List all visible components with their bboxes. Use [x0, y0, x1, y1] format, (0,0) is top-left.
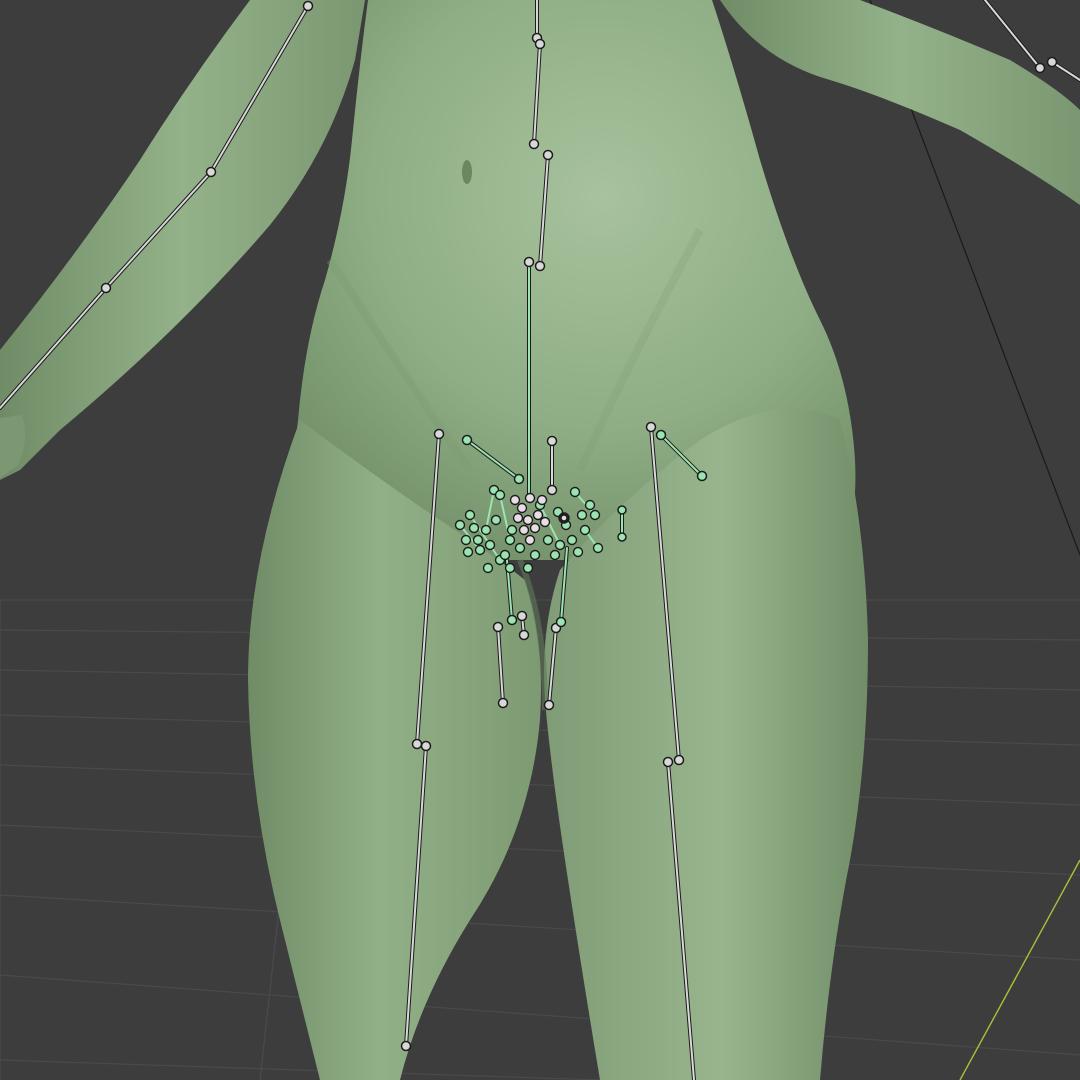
navel — [462, 160, 472, 184]
viewport-canvas[interactable] — [0, 0, 1080, 1080]
x-axis-line — [959, 859, 1080, 1080]
3d-viewport[interactable] — [0, 0, 1080, 1080]
right-arm-mesh — [720, 0, 1080, 205]
